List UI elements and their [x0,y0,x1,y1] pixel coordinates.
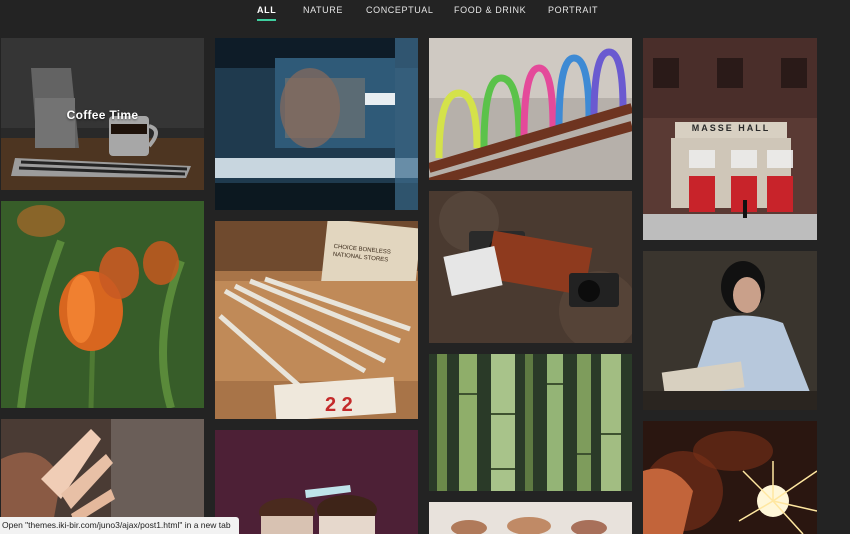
gallery-item-pencils[interactable]: 2 2 CHOICE BONELESS NATIONAL STORES [215,221,418,419]
abstract-blur-image [215,38,418,210]
link-status-bar: Open "themes.iki-bir.com/juno3/ajax/post… [0,517,239,534]
filter-all[interactable]: ALL [257,5,277,21]
gallery-item-tulips[interactable] [1,201,204,408]
filter-nature[interactable]: NATURE [303,5,343,15]
filter-all-label: ALL [257,5,277,15]
sparkler-image [643,421,817,534]
gallery-item-coffee[interactable]: Coffee Time [1,38,204,190]
coffee-caption: Coffee Time [66,108,139,122]
gallery-item-cameras[interactable] [429,191,632,343]
cupcakes-image [215,430,418,534]
gallery-item-abstract-blur[interactable] [215,38,418,210]
filter-nav: ALL NATURE CONCEPTUAL FOOD & DRINK PORTR… [0,0,850,28]
active-filter-underline [257,19,277,21]
filter-conceptual[interactable]: CONCEPTUAL [366,5,434,15]
bamboo-image [429,354,632,491]
tulips-image [1,201,204,408]
svg-text:2 2: 2 2 [325,394,353,416]
gallery-item-cupcakes[interactable] [215,430,418,534]
cameras-image [429,191,632,343]
gallery-item-sparkler[interactable] [643,421,817,534]
filter-food-drink[interactable]: FOOD & DRINK [454,5,526,15]
bench-image [429,38,632,180]
gallery-item-bamboo[interactable] [429,354,632,491]
gallery-item-massey-hall[interactable]: MASSE HALL [643,38,817,240]
filter-portrait[interactable]: PORTRAIT [548,5,598,15]
food-image [429,502,632,534]
portrait-woman-image [643,251,817,410]
gallery-item-portrait-woman[interactable] [643,251,817,410]
massey-hall-image [643,38,817,240]
gallery-item-bench[interactable] [429,38,632,180]
gallery-item-food[interactable] [429,502,632,534]
hall-sign: MASSE HALL [691,123,771,133]
